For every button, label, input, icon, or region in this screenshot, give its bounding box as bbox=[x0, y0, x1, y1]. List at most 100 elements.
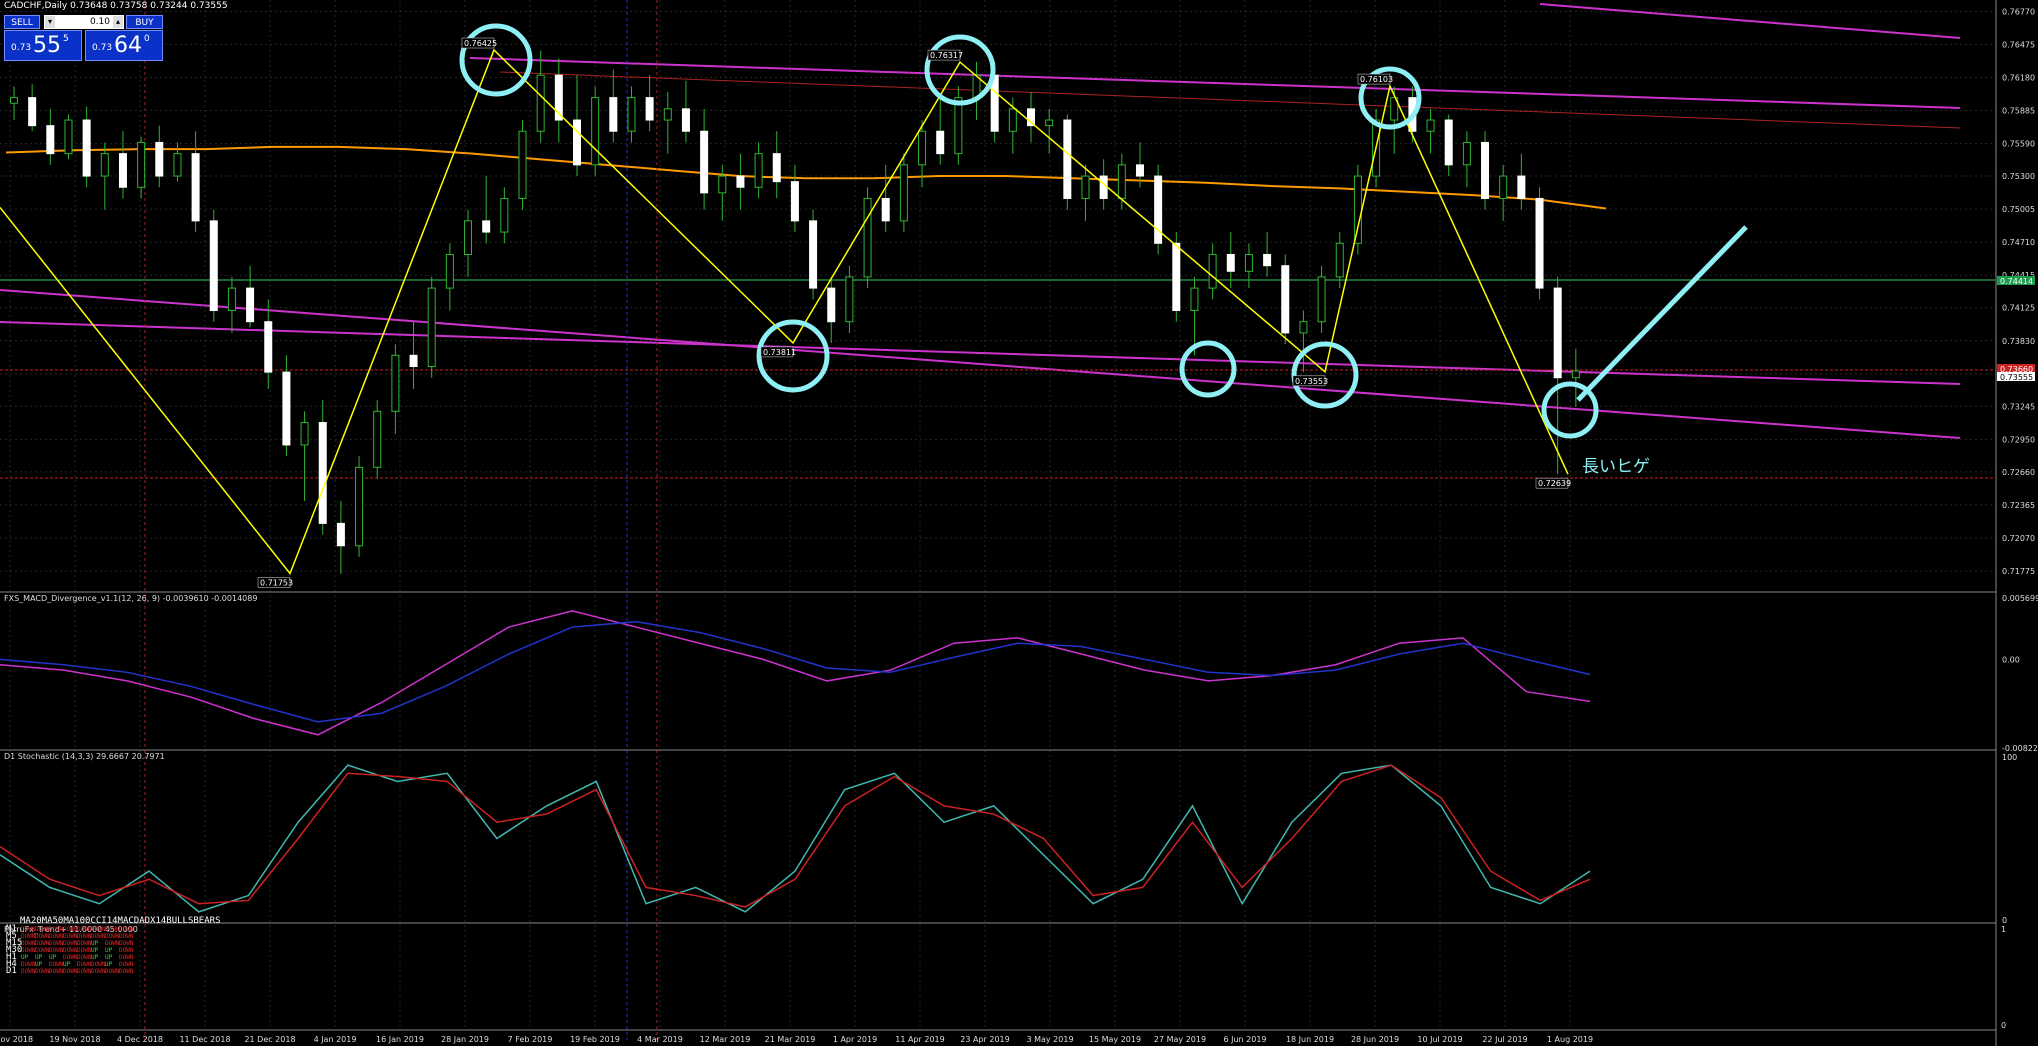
candle-body bbox=[845, 276, 854, 323]
candle bbox=[500, 187, 509, 244]
sell-quote-prefix: 0.73 bbox=[11, 43, 32, 53]
candle bbox=[391, 344, 400, 434]
candle bbox=[10, 86, 18, 121]
candle bbox=[118, 131, 127, 199]
candle-body bbox=[427, 287, 436, 368]
candle-body bbox=[1499, 175, 1508, 199]
trend-cell: UP bbox=[35, 954, 43, 961]
candle bbox=[736, 153, 745, 210]
x-tick-label: 16 Jan 2019 bbox=[376, 1035, 424, 1044]
x-tick-label: 12 Mar 2019 bbox=[700, 1035, 751, 1044]
candle bbox=[318, 400, 327, 535]
y-tick-label: 0.71775 bbox=[2002, 567, 2035, 576]
y-tick-label: 0.72070 bbox=[2002, 534, 2035, 543]
candle-body bbox=[1045, 119, 1054, 127]
y-tick-label: 0.74710 bbox=[2002, 238, 2035, 247]
right-axis-markers: 0.74414 0.73660 0.73555 bbox=[1997, 276, 2035, 382]
trend-cell: UP bbox=[105, 954, 113, 961]
trend-cell: DOWN bbox=[49, 940, 64, 947]
candle-body bbox=[482, 220, 491, 233]
candle-body bbox=[46, 125, 55, 155]
candle-body bbox=[500, 197, 509, 233]
trend-cell: DOWN bbox=[63, 968, 78, 975]
trend-row: M30DOWNDOWNDOWNDOWNDOWNUP UP DOWN bbox=[6, 946, 134, 955]
candle bbox=[845, 265, 854, 333]
candle-body bbox=[918, 130, 927, 166]
trend-cell: DOWN bbox=[77, 968, 92, 975]
moving-average-layer bbox=[5, 145, 1607, 210]
candle bbox=[1081, 164, 1090, 221]
x-tick-label: 4 Jan 2019 bbox=[314, 1035, 357, 1044]
candle bbox=[627, 86, 636, 143]
lot-size-input[interactable]: 0.10 bbox=[44, 15, 124, 29]
buy-button[interactable]: BUY bbox=[126, 15, 163, 29]
candle-body bbox=[1426, 119, 1435, 132]
lot-decrease-button[interactable]: ▾ bbox=[45, 16, 55, 28]
candle-body bbox=[1117, 164, 1126, 199]
x-tick-label: 19 Feb 2019 bbox=[570, 1035, 620, 1044]
candle-body bbox=[300, 422, 309, 446]
trend-cell: DOWN bbox=[119, 968, 134, 975]
trend-cell: DOWN bbox=[91, 933, 106, 940]
buy-quote[interactable]: 0.73 64 0 bbox=[85, 30, 163, 61]
candle bbox=[227, 276, 236, 333]
trend-cell: DOWN bbox=[77, 940, 92, 947]
candle bbox=[718, 164, 727, 221]
sell-quote[interactable]: 0.73 55 5 bbox=[4, 30, 82, 61]
trend-cell: UP bbox=[21, 954, 29, 961]
swing-price-label: 0.71753 bbox=[260, 578, 293, 587]
trend-cell: UP bbox=[49, 954, 57, 961]
trend-cell: DOWN bbox=[77, 933, 92, 940]
candle-body bbox=[1135, 164, 1144, 177]
trend-cell: DOWN bbox=[63, 933, 78, 940]
highlight-circles bbox=[459, 23, 1748, 439]
candle-body bbox=[282, 371, 291, 446]
moving-average-line bbox=[5, 145, 1607, 210]
axis-layer: 0.76770 0.76475 0.76180 0.75885 0.75590 0.753… bbox=[0, 7, 2038, 1044]
x-tick-label: 10 Jul 2019 bbox=[1417, 1035, 1462, 1044]
candle bbox=[1063, 114, 1072, 210]
trend-cell: DOWN bbox=[119, 947, 134, 954]
candle bbox=[409, 321, 418, 389]
sell-quote-big: 55 bbox=[33, 33, 61, 58]
candle bbox=[155, 125, 164, 188]
candle-body bbox=[1244, 253, 1253, 272]
swing-price-label: 0.73553 bbox=[1295, 377, 1328, 386]
candle-body bbox=[1462, 141, 1471, 166]
lot-increase-button[interactable]: ▴ bbox=[113, 16, 123, 28]
swing-price-label: 0.76103 bbox=[1360, 75, 1393, 84]
y-tick-label: 0.74125 bbox=[2002, 304, 2035, 313]
candle-body bbox=[572, 119, 581, 166]
trend-cell: DOWN bbox=[49, 947, 64, 954]
candle-body bbox=[10, 97, 18, 104]
y-tick-label: 0.76180 bbox=[2002, 73, 2035, 82]
candle bbox=[1263, 232, 1272, 277]
x-tick-label: 22 Jul 2019 bbox=[1482, 1035, 1527, 1044]
trend-cell: DOWN bbox=[35, 968, 50, 975]
sell-button[interactable]: SELL bbox=[4, 15, 40, 29]
trend-cell: DOWN bbox=[49, 968, 64, 975]
candle bbox=[518, 120, 527, 210]
trend-cell: DOWN bbox=[21, 933, 36, 940]
trend-cell: DOWN bbox=[105, 926, 120, 933]
candle bbox=[790, 164, 799, 233]
trend-cell: DOWN bbox=[91, 961, 106, 968]
candle bbox=[863, 187, 872, 289]
candle bbox=[82, 106, 91, 188]
candle-body bbox=[336, 522, 345, 547]
x-tick-label: 4 Dec 2018 bbox=[117, 1035, 163, 1044]
candle bbox=[936, 97, 945, 165]
trend-cell: DOWN bbox=[105, 940, 120, 947]
candle-body bbox=[1172, 242, 1181, 312]
candle-body bbox=[718, 175, 727, 194]
trend-cell: DOWN bbox=[49, 926, 64, 933]
candle bbox=[899, 153, 908, 233]
candle-body bbox=[536, 74, 545, 132]
candle-body bbox=[627, 97, 636, 132]
sell-quote-sup: 5 bbox=[63, 34, 69, 44]
candle-body bbox=[863, 197, 872, 278]
candle bbox=[209, 209, 218, 322]
candle-body bbox=[1190, 287, 1199, 312]
swing-price-label: 0.72639 bbox=[1538, 479, 1571, 488]
candle-body bbox=[64, 119, 73, 155]
